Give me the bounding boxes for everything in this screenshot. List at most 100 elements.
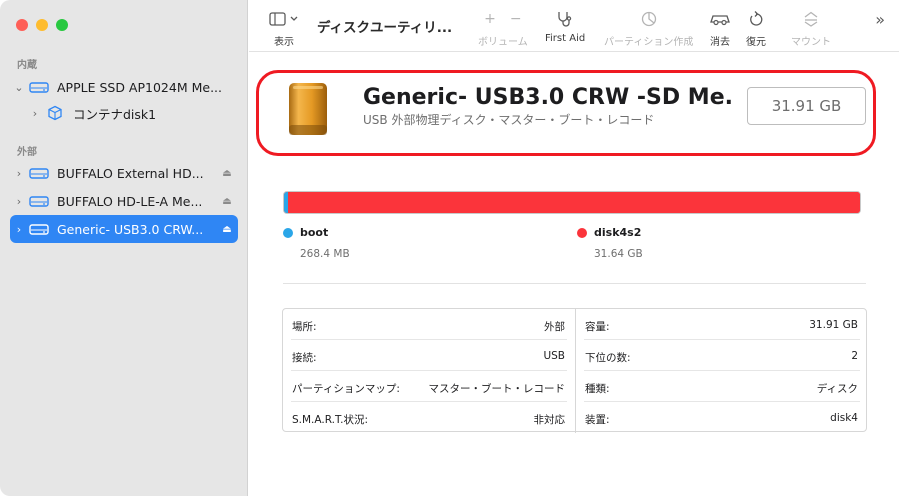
mount-button[interactable]: マウント (791, 10, 831, 48)
info-row: パーティションマップ: マスター・ブート・レコード (283, 371, 575, 402)
sidebar-item-label: Generic- USB3.0 CRW... (57, 221, 204, 237)
restore-button[interactable]: 復元 (746, 10, 766, 48)
section-external-label: 外部 (17, 147, 37, 158)
eject-icon[interactable]: ⏏ (216, 224, 238, 235)
mount-label: マウント (791, 37, 831, 48)
partition-segment-disk4s2[interactable] (288, 192, 860, 213)
info-value: 非対応 (533, 414, 566, 426)
sidebar-toggle-icon (269, 10, 299, 28)
info-row: 種類: ディスク (576, 371, 868, 402)
info-value: 外部 (544, 321, 565, 333)
info-key: 下位の数: (585, 352, 631, 364)
info-value: USB (543, 350, 565, 362)
info-row: 下位の数: 2 (576, 340, 868, 371)
erase-label: 消去 (710, 37, 730, 48)
zoom-window-button[interactable] (56, 19, 68, 31)
legend-disk4s2-name: disk4s2 (594, 226, 642, 239)
sidebar-item-apple-ssd[interactable]: ⌄ APPLE SSD AP1024M Me... (10, 73, 238, 101)
toolbar-overflow-icon[interactable]: » (875, 10, 885, 29)
sidebar-item-label: BUFFALO HD-LE-A Me... (57, 193, 203, 209)
restore-arrow-icon (748, 10, 764, 28)
partition-label: パーティション作成 (604, 37, 694, 48)
device-info-table: 場所: 外部 接続: USB パーティションマップ: マスター・ブート・レコード… (282, 308, 867, 433)
info-value: 2 (851, 350, 858, 362)
chevron-right-icon[interactable]: › (10, 167, 28, 180)
partition-pie-icon (641, 10, 657, 28)
eject-icon[interactable]: ⏏ (216, 196, 238, 207)
erase-button[interactable]: 消去 (710, 10, 730, 48)
sidebar-item-label: BUFFALO External HD... (57, 165, 204, 181)
window-title: ディスクユーティリ... (317, 20, 453, 36)
partition-button[interactable]: パーティション作成 (604, 10, 693, 48)
boot-color-dot (283, 227, 293, 238)
info-row: 場所: 外部 (283, 309, 575, 340)
legend-disk4s2: disk4s2 31.64 GB (577, 226, 643, 260)
device-size-badge: 31.91 GB (747, 87, 866, 125)
sidebar-item-label: コンテナdisk1 (73, 106, 157, 122)
device-name: Generic- USB3.0 CRW -SD Me... (363, 85, 733, 110)
info-value: disk4 (830, 412, 858, 424)
plus-icon: + (484, 11, 496, 27)
sidebar-item-buffalo-hd-le[interactable]: › BUFFALO HD-LE-A Me... ⏏ (10, 187, 238, 215)
first-aid-button[interactable]: First Aid (545, 10, 585, 44)
legend-boot-size: 268.4 MB (300, 248, 350, 260)
view-label: 表示 (274, 37, 294, 48)
disk4s2-color-dot (577, 227, 587, 238)
info-row: S.M.A.R.T.状況: 非対応 (283, 402, 575, 433)
section-internal-label: 内蔵 (17, 60, 37, 71)
external-drive-icon (28, 194, 50, 208)
minimize-window-button[interactable] (36, 19, 48, 31)
info-key: パーティションマップ: (292, 383, 400, 395)
section-divider (283, 283, 866, 284)
volume-label: ボリューム (478, 37, 528, 48)
chevron-down-icon[interactable]: ⌄ (10, 81, 28, 94)
sidebar-item-buffalo-external[interactable]: › BUFFALO External HD... ⏏ (10, 159, 238, 187)
info-row: 容量: 31.91 GB (576, 309, 868, 340)
container-cube-icon (44, 105, 66, 121)
info-key: 容量: (585, 321, 610, 333)
info-key: S.M.A.R.T.状況: (292, 414, 369, 426)
volume-button[interactable]: + − ボリューム (478, 10, 528, 48)
minus-icon: − (509, 11, 522, 27)
mount-icon (803, 10, 819, 28)
chevron-right-icon[interactable]: › (26, 107, 44, 120)
external-drive-large-icon (285, 81, 331, 139)
info-row: 装置: disk4 (576, 402, 868, 433)
toolbar: 表示 ディスクユーティリ... + − ボリューム First Aid パーティ… (249, 0, 899, 52)
window-controls (16, 19, 68, 31)
info-key: 種類: (585, 383, 610, 395)
info-key: 装置: (585, 414, 610, 426)
eject-icon[interactable]: ⏏ (216, 168, 238, 179)
info-column-right: 容量: 31.91 GB 下位の数: 2 種類: ディスク 装置: disk4 (575, 309, 867, 433)
disk-utility-window: 内蔵 ⌄ APPLE SSD AP1024M Me... › コンテナdisk1… (0, 0, 899, 496)
external-drive-icon (28, 166, 50, 180)
partition-usage-bar (283, 191, 861, 214)
device-subtitle: USB 外部物理ディスク・マスター・ブート・レコード (363, 113, 655, 127)
close-window-button[interactable] (16, 19, 28, 31)
legend-boot-name: boot (300, 226, 329, 239)
internal-drive-icon (28, 80, 50, 94)
chevron-right-icon[interactable]: › (10, 223, 28, 236)
external-drive-icon (28, 222, 50, 236)
info-row: 接続: USB (283, 340, 575, 371)
erase-drive-icon (710, 10, 730, 28)
info-column-left: 場所: 外部 接続: USB パーティションマップ: マスター・ブート・レコード… (283, 309, 575, 433)
chevron-right-icon[interactable]: › (10, 195, 28, 208)
sidebar: 内蔵 ⌄ APPLE SSD AP1024M Me... › コンテナdisk1… (0, 0, 248, 496)
restore-label: 復元 (746, 37, 766, 48)
first-aid-label: First Aid (545, 33, 586, 44)
legend-disk4s2-size: 31.64 GB (594, 248, 643, 260)
device-header: Generic- USB3.0 CRW -SD Me... USB 外部物理ディ… (256, 70, 876, 156)
view-button[interactable]: 表示 (269, 10, 299, 48)
sidebar-item-container-disk1[interactable]: › コンテナdisk1 (26, 99, 238, 127)
plus-minus-icon: + − (484, 10, 521, 28)
info-value: 31.91 GB (809, 319, 858, 331)
sidebar-item-label: APPLE SSD AP1024M Me... (57, 79, 222, 95)
info-value: マスター・ブート・レコード (428, 383, 566, 395)
legend-boot: boot 268.4 MB (283, 226, 350, 260)
info-value: ディスク (816, 383, 858, 395)
info-key: 接続: (292, 352, 317, 364)
info-key: 場所: (292, 321, 317, 333)
stethoscope-icon (556, 10, 574, 28)
sidebar-item-generic-usb[interactable]: › Generic- USB3.0 CRW... ⏏ (10, 215, 238, 243)
